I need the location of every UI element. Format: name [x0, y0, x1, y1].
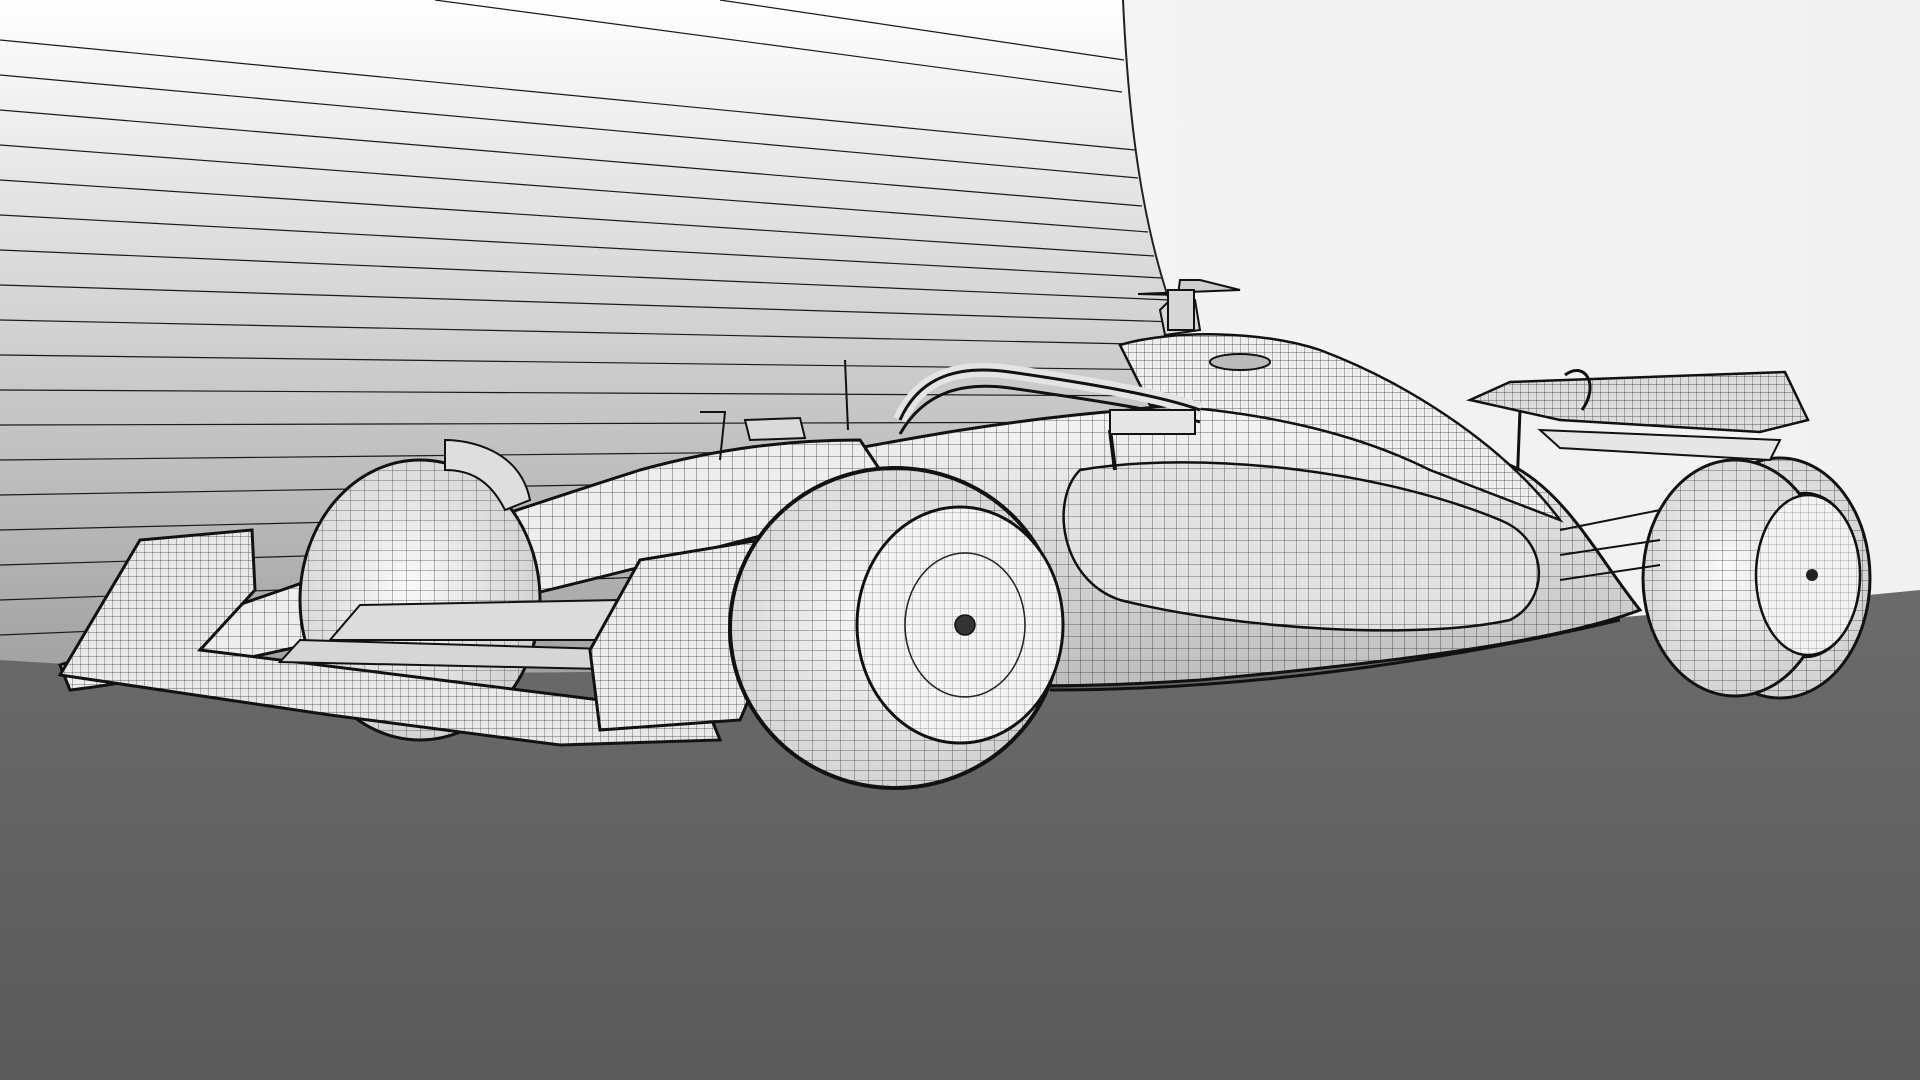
front-near-tyre [728, 466, 1065, 790]
render-viewport [0, 0, 1920, 1080]
wireframe-render [0, 0, 1920, 1080]
